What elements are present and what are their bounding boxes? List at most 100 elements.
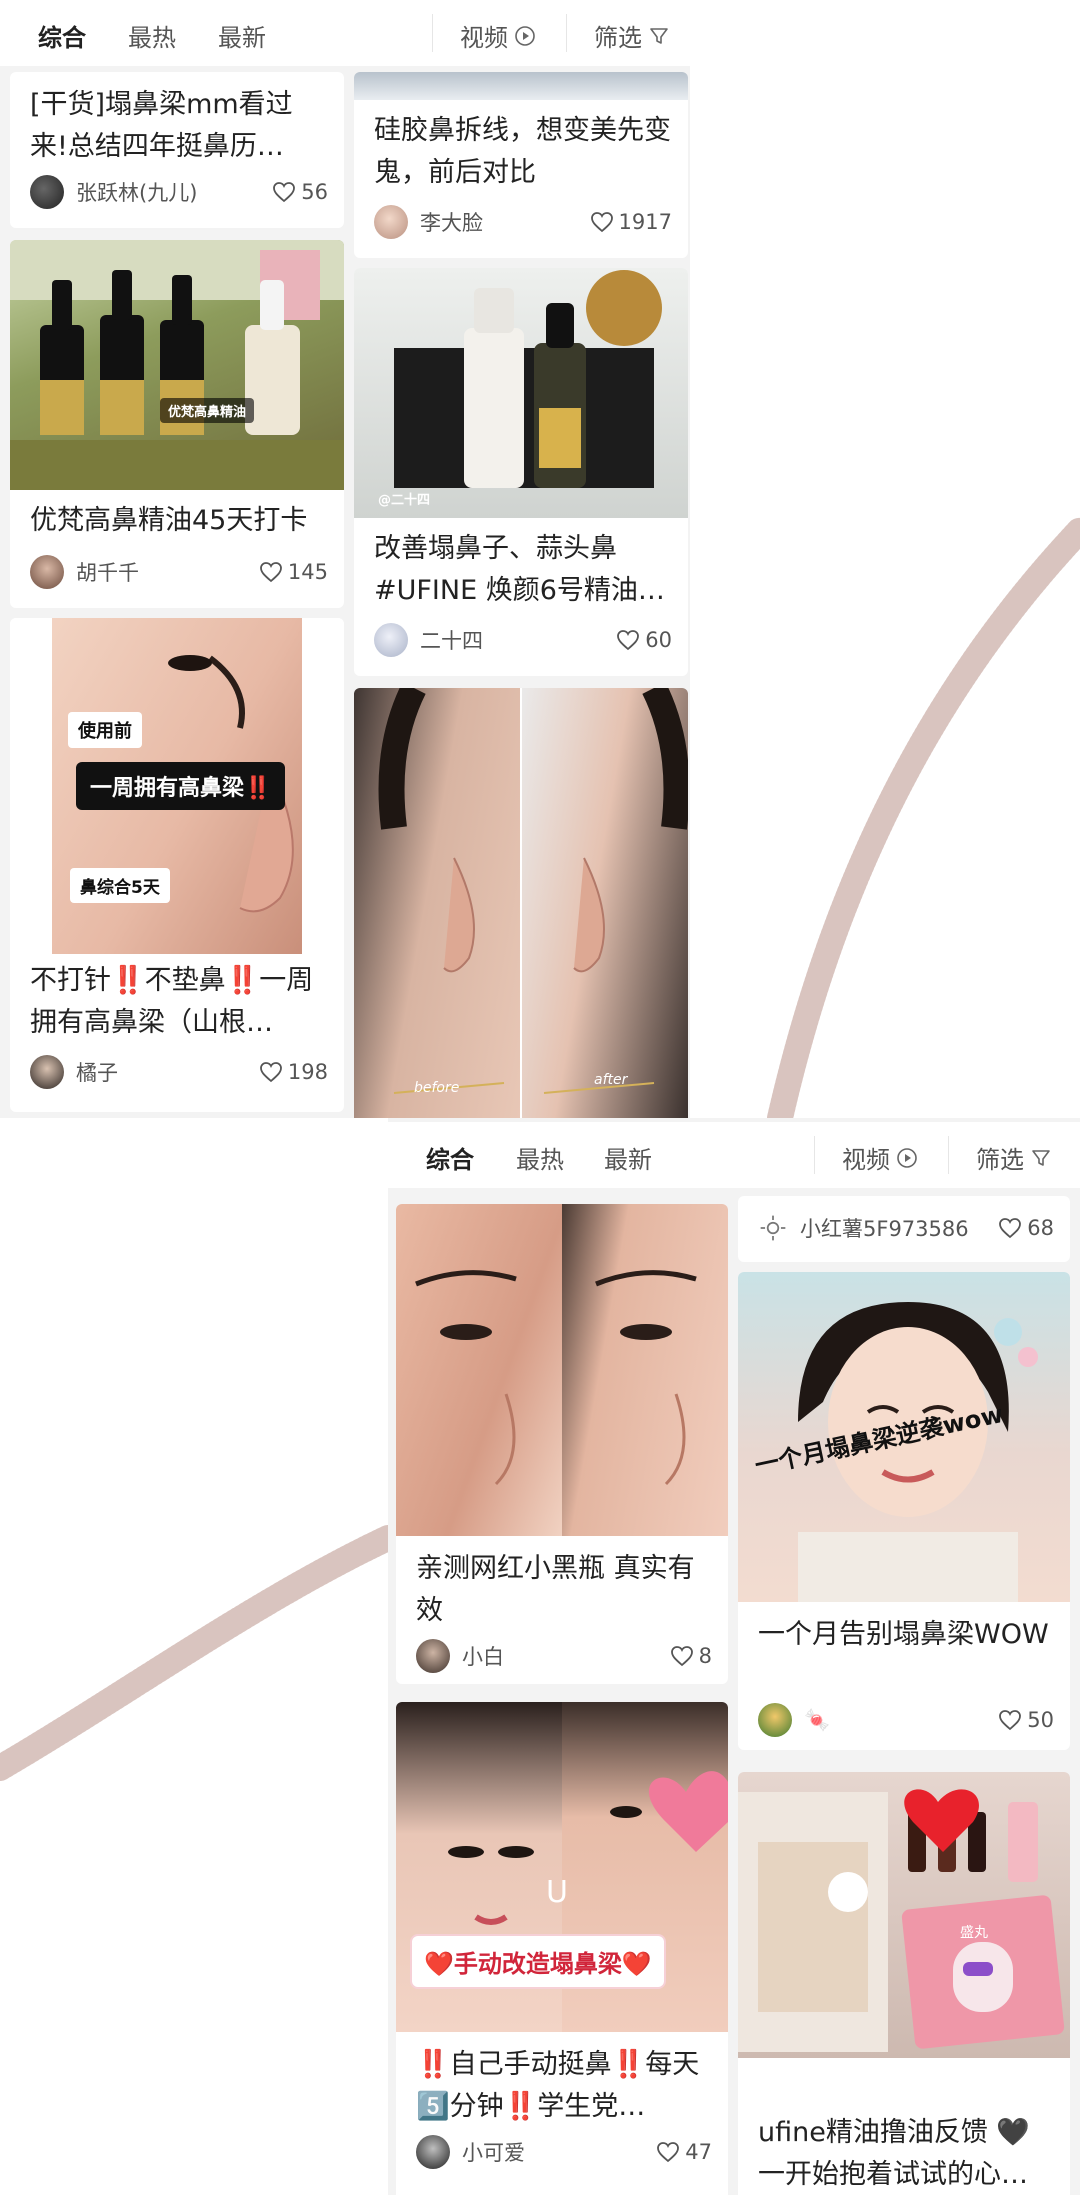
like-count: 56 bbox=[301, 180, 328, 204]
note-title: 改善塌鼻子、蒜头鼻 #UFINE 焕颜6号精油… bbox=[374, 533, 665, 606]
like-button[interactable]: 145 bbox=[259, 560, 328, 584]
avatar[interactable] bbox=[30, 555, 64, 589]
note-image[interactable] bbox=[396, 1204, 728, 1536]
like-count: 145 bbox=[287, 560, 328, 584]
image-label: 优梵高鼻精油 bbox=[160, 398, 255, 423]
decorative-stroke bbox=[0, 1525, 401, 1781]
note-image[interactable]: U ❤️手动改造塌鼻梁❤️ bbox=[396, 1702, 728, 2032]
note-title: 不打针‼️不垫鼻‼️一周拥有高鼻梁（山根… bbox=[30, 965, 314, 1038]
note-title: ufine精油撸油反馈 🖤一开始抱着试试的心… bbox=[758, 2117, 1031, 2190]
blank-area bbox=[690, 0, 1080, 1131]
image-banner: ❤️手动改造塌鼻梁❤️ bbox=[410, 1934, 666, 1989]
filter-tabbar-top: 综合 最热 最新 视频 筛选 bbox=[0, 0, 690, 66]
note-image[interactable] bbox=[354, 72, 688, 100]
note-card[interactable]: 硅胶鼻拆线，想变美先变鬼，前后对比 李大脸 1917 bbox=[354, 72, 688, 258]
author-name[interactable]: 橘子 bbox=[76, 1057, 259, 1087]
avatar[interactable] bbox=[374, 205, 408, 239]
sun-icon[interactable] bbox=[758, 1213, 788, 1243]
avatar[interactable] bbox=[374, 623, 408, 657]
author-name[interactable]: 二十四 bbox=[420, 625, 616, 655]
video-label: 视频 bbox=[460, 24, 508, 52]
note-card[interactable]: U ❤️手动改造塌鼻梁❤️ ‼️自己手动挺鼻‼️每天5️⃣分钟‼️学生党… 小可… bbox=[396, 1702, 728, 2195]
like-button[interactable]: 68 bbox=[998, 1216, 1054, 1240]
heart-icon bbox=[260, 1062, 282, 1083]
like-count: 198 bbox=[287, 1060, 328, 1084]
video-label: 视频 bbox=[842, 1146, 890, 1174]
note-card[interactable]: @二十四 改善塌鼻子、蒜头鼻 #UFINE 焕颜6号精油… 二十四 60 bbox=[354, 268, 688, 676]
nose-compare-image bbox=[415, 1270, 697, 1486]
before-after-image bbox=[378, 688, 688, 1094]
video-filter-button[interactable]: 视频 bbox=[460, 18, 536, 53]
funnel-icon bbox=[1032, 1149, 1050, 1166]
note-card[interactable]: 优梵高鼻精油 优梵高鼻精油45天打卡 胡千千 145 bbox=[10, 240, 344, 608]
note-image[interactable]: 一个月塌鼻梁逆袭wow bbox=[738, 1272, 1070, 1602]
note-card[interactable]: 使用前 一周拥有高鼻梁‼️ 鼻综合5天 不打针‼️不垫鼻‼️一周拥有高鼻梁（山根… bbox=[10, 618, 344, 1112]
note-image[interactable]: 优梵高鼻精油 bbox=[10, 240, 344, 490]
tab-all[interactable]: 综合 bbox=[38, 18, 86, 53]
author-name[interactable]: 小白 bbox=[462, 1641, 670, 1671]
like-button[interactable]: 60 bbox=[616, 628, 672, 652]
note-title: ‼️自己手动挺鼻‼️每天5️⃣分钟‼️学生党… bbox=[416, 2049, 700, 2122]
tab-new[interactable]: 最新 bbox=[604, 1140, 652, 1175]
before-label: before bbox=[414, 1080, 460, 1096]
note-card[interactable]: [干货]塌鼻梁mm看过来!总结四年挺鼻历… 张跃林(九儿) 56 bbox=[10, 72, 344, 228]
ufine-bottles-image bbox=[394, 270, 662, 488]
filter-label: 筛选 bbox=[976, 1146, 1024, 1174]
filter-button[interactable]: 筛选 bbox=[976, 1140, 1052, 1175]
like-button[interactable]: 56 bbox=[272, 180, 328, 204]
svg-text:U: U bbox=[546, 1875, 568, 1910]
author-name[interactable]: 小可爱 bbox=[462, 2137, 656, 2167]
avatar[interactable] bbox=[30, 1055, 64, 1089]
like-count: 68 bbox=[1027, 1216, 1054, 1240]
heart-icon bbox=[617, 630, 640, 651]
like-count: 1917 bbox=[618, 210, 672, 234]
note-card[interactable]: 一个月塌鼻梁逆袭wow 一个月告别塌鼻梁WOW 🍬 50 bbox=[738, 1272, 1070, 1750]
note-card[interactable]: 盛丸 ufine精油撸油反馈 🖤一开始抱着试试的心… bbox=[738, 1772, 1070, 2195]
note-card[interactable]: before after bbox=[354, 688, 688, 1118]
note-card[interactable]: 亲测网红小黑瓶 真实有效 小白 8 bbox=[396, 1204, 728, 1684]
note-image[interactable]: 使用前 一周拥有高鼻梁‼️ 鼻综合5天 bbox=[10, 618, 344, 954]
note-image[interactable]: @二十四 bbox=[354, 268, 688, 518]
heart-icon bbox=[590, 212, 613, 233]
note-title: [干货]塌鼻梁mm看过来!总结四年挺鼻历… bbox=[30, 89, 293, 162]
author-name[interactable]: 李大脸 bbox=[420, 207, 590, 237]
like-count: 8 bbox=[698, 1644, 712, 1668]
like-button[interactable]: 8 bbox=[670, 1644, 712, 1668]
video-filter-button[interactable]: 视频 bbox=[842, 1140, 918, 1175]
avatar[interactable] bbox=[416, 1639, 450, 1673]
tab-hot[interactable]: 最热 bbox=[516, 1140, 564, 1175]
products-image bbox=[738, 1789, 1065, 2052]
funnel-icon bbox=[650, 27, 668, 44]
note-image[interactable]: 盛丸 bbox=[738, 1772, 1070, 2058]
image-tag: 鼻综合5天 bbox=[70, 868, 170, 903]
after-label: after bbox=[594, 1072, 628, 1088]
like-button[interactable]: 47 bbox=[656, 2140, 712, 2164]
note-title: 一个月告别塌鼻梁WOW bbox=[758, 1619, 1049, 1650]
note-card[interactable]: 小红薯5F973586 68 bbox=[738, 1196, 1070, 1262]
filter-button[interactable]: 筛选 bbox=[594, 18, 670, 53]
image-label: 盛丸 bbox=[960, 1925, 988, 1941]
tab-all[interactable]: 综合 bbox=[426, 1140, 474, 1175]
note-image[interactable]: before after bbox=[354, 688, 688, 1118]
author-name[interactable]: 张跃林(九儿) bbox=[76, 177, 272, 207]
heart-icon bbox=[999, 1710, 1022, 1731]
like-button[interactable]: 1917 bbox=[590, 210, 672, 234]
tab-hot[interactable]: 最热 bbox=[128, 18, 176, 53]
image-tag: 使用前 bbox=[68, 712, 142, 748]
author-name[interactable]: 胡千千 bbox=[76, 557, 259, 587]
like-count: 50 bbox=[1027, 1708, 1054, 1732]
note-title: 亲测网红小黑瓶 真实有效 bbox=[416, 1553, 695, 1626]
decorative-stroke bbox=[767, 517, 1080, 1131]
like-button[interactable]: 50 bbox=[998, 1708, 1054, 1732]
avatar[interactable] bbox=[30, 175, 64, 209]
author-name[interactable]: 小红薯5F973586 bbox=[800, 1213, 998, 1243]
like-button[interactable]: 198 bbox=[259, 1060, 328, 1084]
tab-new[interactable]: 最新 bbox=[218, 18, 266, 53]
play-icon bbox=[515, 25, 535, 46]
avatar[interactable] bbox=[758, 1703, 792, 1737]
image-banner: 一周拥有高鼻梁‼️ bbox=[76, 762, 286, 810]
author-name[interactable]: 🍬 bbox=[804, 1708, 998, 1733]
filter-tabbar-bottom: 综合 最热 最新 视频 筛选 bbox=[388, 1122, 1080, 1188]
image-label: @二十四 bbox=[378, 493, 431, 508]
avatar[interactable] bbox=[416, 2135, 450, 2169]
